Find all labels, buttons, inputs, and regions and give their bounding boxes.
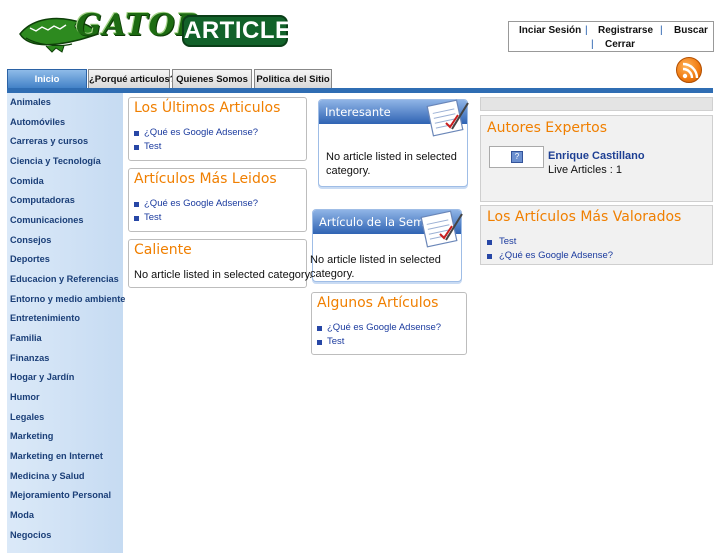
sidebar-item-entorno[interactable]: Entorno y medio ambiente <box>10 294 125 304</box>
author-name-link[interactable]: Enrique Castillano <box>548 150 645 162</box>
sidebar-item-negocios[interactable]: Negocios <box>10 530 51 540</box>
logout-link[interactable]: Cerrar <box>605 39 635 50</box>
sidebar-item-comida[interactable]: Comida <box>10 176 44 186</box>
list-item[interactable]: Test <box>134 211 258 225</box>
some-articles-box: Algunos Artículos ¿Qué es Google Adsense… <box>311 292 467 355</box>
article-of-week-message: No article listed in selected category. <box>310 254 441 280</box>
site-logo[interactable]: GATOR ARTICLES <box>16 4 308 54</box>
sidebar-item-medicina[interactable]: Medicina y Salud <box>10 471 85 481</box>
list-item[interactable]: ¿Qué es Google Adsense? <box>317 321 441 335</box>
sidebar-item-educacion[interactable]: Educacion y Referencias <box>10 274 119 284</box>
sidebar-item-humor[interactable]: Humor <box>10 392 40 402</box>
category-sidebar: Animales Automóviles Carreras y cursos C… <box>7 93 125 553</box>
sidebar-item-automoviles[interactable]: Automóviles <box>10 117 65 127</box>
avatar[interactable]: ? <box>511 151 523 163</box>
some-articles-list: ¿Qué es Google Adsense? Test <box>317 321 441 349</box>
register-link[interactable]: Registrarse <box>598 25 653 36</box>
list-item[interactable]: Test <box>487 235 613 249</box>
notepad-icon <box>420 210 463 248</box>
rss-icon[interactable] <box>676 57 702 83</box>
sidebar-item-comunicaciones[interactable]: Comunicaciones <box>10 215 84 225</box>
logo-articles-text: ARTICLES <box>182 15 308 47</box>
separator: | <box>660 25 663 36</box>
sidebar-item-computadoras[interactable]: Computadoras <box>10 195 75 205</box>
sidebar-item-familia[interactable]: Familia <box>10 333 42 343</box>
sidebar-item-finanzas[interactable]: Finanzas <box>10 353 49 363</box>
tab-politica[interactable]: Politica del Sitio <box>254 69 332 89</box>
tab-quienes-somos[interactable]: Quienes Somos <box>172 69 252 89</box>
sidebar-item-hogar[interactable]: Hogar y Jardín <box>10 372 74 382</box>
top-rated-title: Los Artículos Más Valorados <box>487 209 682 225</box>
author-live-articles: Live Articles : 1 <box>548 164 622 176</box>
list-item[interactable]: Test <box>134 140 258 154</box>
most-read-list: ¿Qué es Google Adsense? Test <box>134 197 258 225</box>
sidebar-item-deportes[interactable]: Deportes <box>10 254 50 264</box>
sidebar-item-carreras[interactable]: Carreras y cursos <box>10 136 88 146</box>
tab-inicio[interactable]: Inicio <box>7 69 87 89</box>
separator: | <box>591 39 594 50</box>
top-rated-box: Los Artículos Más Valorados Test ¿Qué es… <box>480 205 713 265</box>
sidebar-item-marketing[interactable]: Marketing <box>10 431 53 441</box>
some-articles-title: Algunos Artículos <box>317 295 439 311</box>
account-links-box: Inciar Sesión | Registrarse | Buscar | C… <box>508 21 714 52</box>
sidebar-item-mejoramiento[interactable]: Mejoramiento Personal <box>10 490 111 500</box>
separator: | <box>585 25 588 36</box>
interesting-message: No article listed in selected category. <box>326 151 457 177</box>
sidebar-item-animales[interactable]: Animales <box>10 97 51 107</box>
list-item[interactable]: ¿Qué es Google Adsense? <box>134 126 258 140</box>
expert-authors-box: Autores Expertos ? Enrique Castillano Li… <box>480 115 713 202</box>
most-read-title: Artículos Más Leidos <box>134 171 277 187</box>
login-link[interactable]: Inciar Sesión <box>519 25 581 36</box>
expert-authors-title: Autores Expertos <box>487 120 608 136</box>
notepad-icon <box>426 99 469 137</box>
list-item[interactable]: ¿Qué es Google Adsense? <box>487 249 613 263</box>
rss-glyph <box>682 62 699 79</box>
latest-articles-list: ¿Qué es Google Adsense? Test <box>134 126 258 154</box>
tab-porque-articulos[interactable]: ¿Porqué articulos? <box>88 69 176 89</box>
list-item[interactable]: ¿Qué es Google Adsense? <box>134 197 258 211</box>
top-rated-list: Test ¿Qué es Google Adsense? <box>487 235 613 263</box>
sidebar-item-entretenimiento[interactable]: Entretenimiento <box>10 313 80 323</box>
search-link[interactable]: Buscar <box>674 25 708 36</box>
hot-box: Caliente No article listed in selected c… <box>128 239 312 288</box>
interesting-title: Interesante <box>325 105 391 119</box>
latest-articles-box: Los Últimos Articulos ¿Qué es Google Ads… <box>128 97 307 161</box>
author-avatar-frame: ? <box>489 146 544 168</box>
sidebar-item-legales[interactable]: Legales <box>10 412 44 422</box>
sidebar-item-ciencia[interactable]: Ciencia y Tecnología <box>10 156 101 166</box>
most-read-box: Artículos Más Leidos ¿Qué es Google Adse… <box>128 168 307 232</box>
right-column-header-bar <box>480 97 713 111</box>
sidebar-item-moda[interactable]: Moda <box>10 510 34 520</box>
hot-title: Caliente <box>134 242 192 258</box>
sidebar-item-consejos[interactable]: Consejos <box>10 235 51 245</box>
latest-articles-title: Los Últimos Articulos <box>134 100 281 116</box>
hot-message: No article listed in selected category. <box>134 269 313 281</box>
list-item[interactable]: Test <box>317 335 441 349</box>
sidebar-item-marketing-internet[interactable]: Marketing en Internet <box>10 451 103 461</box>
